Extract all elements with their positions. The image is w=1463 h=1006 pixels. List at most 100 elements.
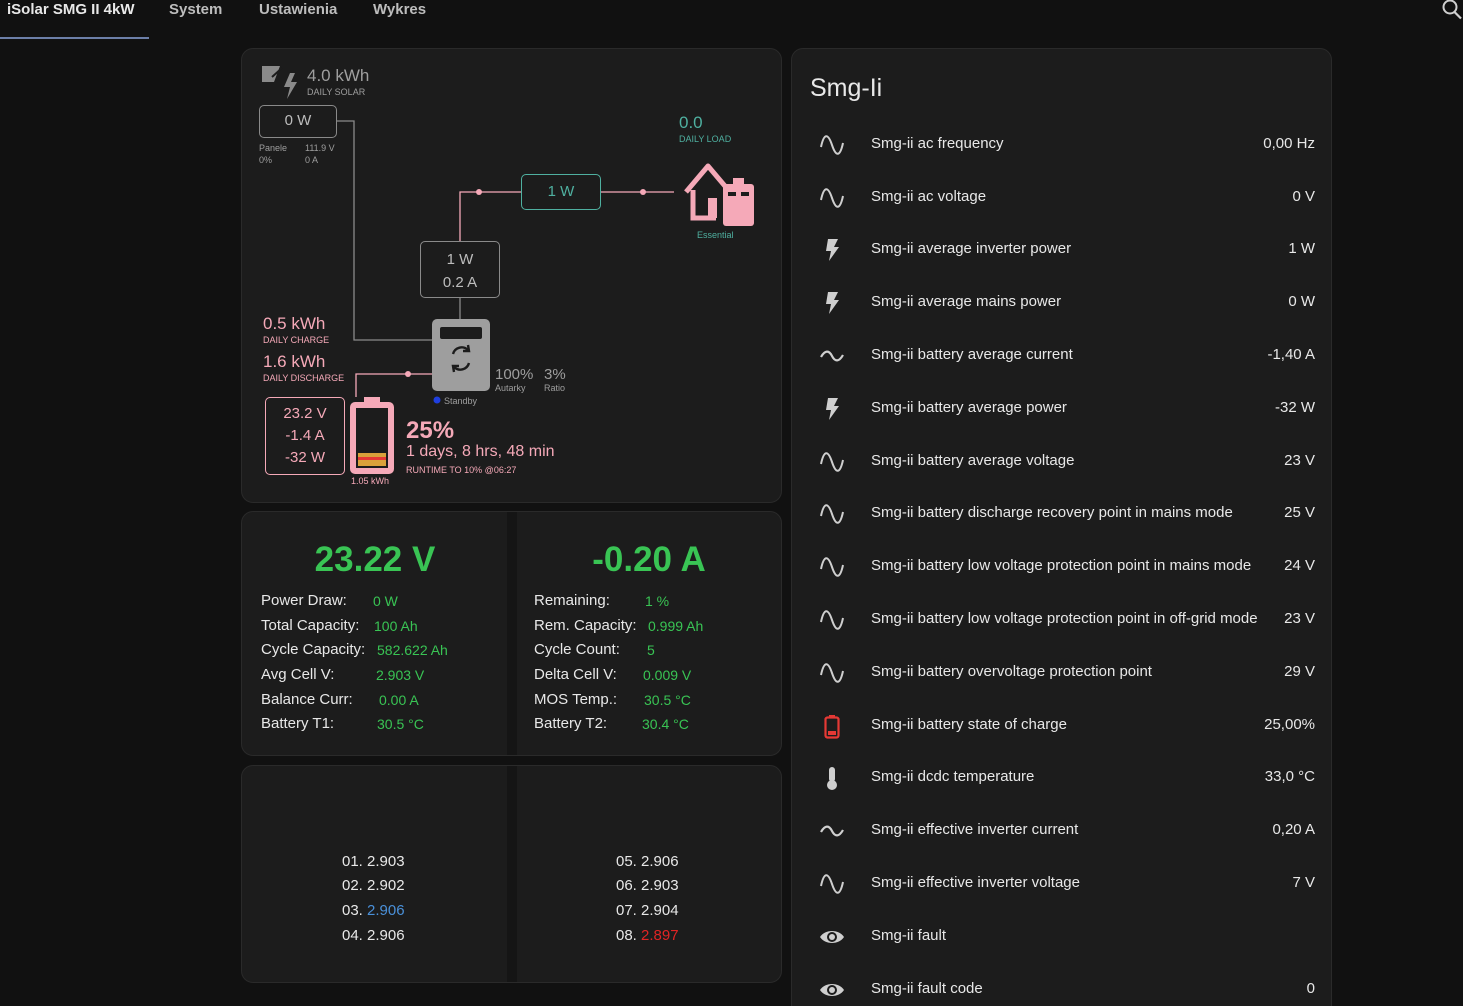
battery-low-icon xyxy=(824,715,840,739)
entity-row[interactable]: Smg-ii fault code 0 xyxy=(792,965,1333,1006)
inverter-power: 1 W xyxy=(446,251,474,268)
sine-wave-icon xyxy=(820,188,844,208)
card-divider xyxy=(507,512,517,755)
kv-label: Balance Curr: xyxy=(261,691,353,708)
battery-power: -32 W xyxy=(284,449,325,466)
kv-power-draw: Power Draw: 0 W xyxy=(261,592,398,609)
cell-number: 01. xyxy=(342,853,363,870)
eye-icon xyxy=(820,984,844,996)
eye-icon xyxy=(820,931,844,943)
pv-percent: 0% xyxy=(259,155,273,165)
kv-cycle-capacity: Cycle Capacity: 582.622 Ah xyxy=(261,641,448,658)
entity-name: Smg-ii effective inverter voltage xyxy=(871,874,1080,891)
kv-cycle-count: Cycle Count: 5 xyxy=(534,641,655,658)
entity-value: 0 xyxy=(1306,980,1315,997)
essential-label: Essential xyxy=(697,230,734,240)
kv-total-capacity: Total Capacity: 100 Ah xyxy=(261,617,418,634)
entity-row[interactable]: Smg-ii battery state of charge 25,00% xyxy=(792,701,1333,754)
cell-value: 2.902 xyxy=(367,877,405,894)
cell-06: 06. 2.903 xyxy=(616,877,679,894)
entity-row[interactable]: Smg-ii battery discharge recovery point … xyxy=(792,489,1333,542)
kv-avg-cell-v: Avg Cell V: 2.903 V xyxy=(261,666,424,683)
entity-row[interactable]: Smg-ii effective inverter voltage 7 V xyxy=(792,859,1333,912)
tab-wykres[interactable]: Wykres xyxy=(373,0,426,38)
autarky-value: 100% xyxy=(495,366,534,383)
status-indicator-icon xyxy=(433,396,441,404)
active-tab-indicator xyxy=(0,37,149,39)
cell-number: 04. xyxy=(342,927,363,944)
kv-label: Avg Cell V: xyxy=(261,666,335,683)
entity-row[interactable]: Smg-ii ac voltage 0 V xyxy=(792,173,1333,226)
sine-wave-icon xyxy=(820,663,844,683)
entity-row[interactable]: Smg-ii ac frequency 0,00 Hz xyxy=(792,120,1333,173)
cell-01: 01. 2.903 xyxy=(342,853,405,870)
cell-number: 03. xyxy=(342,902,363,919)
entity-row[interactable]: Smg-ii average mains power 0 W xyxy=(792,278,1333,331)
cell-value-max: 2.906 xyxy=(367,902,405,919)
kv-battery-t1: Battery T1: 30.5 °C xyxy=(261,715,424,732)
entity-row[interactable]: Smg-ii average inverter power 1 W xyxy=(792,225,1333,278)
kv-value: 0.009 V xyxy=(643,667,692,683)
entities-title: Smg-Ii xyxy=(810,74,883,102)
entity-name: Smg-ii battery discharge recovery point … xyxy=(871,504,1233,521)
entity-row[interactable]: Smg-ii battery overvoltage protection po… xyxy=(792,648,1333,701)
kv-value: 30.4 °C xyxy=(642,716,689,732)
entity-row[interactable]: Smg-ii battery low voltage protection po… xyxy=(792,542,1333,595)
entity-value: 0 V xyxy=(1292,188,1315,205)
power-flow-card: 4.0 kWh DAILY SOLAR 0 W Panele 111.9 V 0… xyxy=(241,48,782,503)
kv-delta-cell-v: Delta Cell V: 0.009 V xyxy=(534,666,691,683)
kv-value: 0.999 Ah xyxy=(648,618,704,634)
kv-battery-t2: Battery T2: 30.4 °C xyxy=(534,715,689,732)
sine-wave-icon xyxy=(820,504,844,524)
entity-row[interactable]: Smg-ii dcdc temperature 33,0 °C xyxy=(792,753,1333,806)
search-icon[interactable] xyxy=(1441,0,1463,20)
entity-value: 1 W xyxy=(1288,240,1315,257)
battery-energy: 1.05 kWh xyxy=(351,476,390,486)
cell-number: 08. xyxy=(616,927,637,944)
current-ac-icon xyxy=(820,825,844,837)
entity-value: 29 V xyxy=(1284,663,1315,680)
entity-row[interactable]: Smg-ii battery low voltage protection po… xyxy=(792,595,1333,648)
entity-name: Smg-ii battery average voltage xyxy=(871,452,1075,469)
bms-current: -0.20 A xyxy=(592,540,706,579)
tab-isolar-smg[interactable]: iSolar SMG II 4kW xyxy=(7,0,135,38)
inverter-status: Standby xyxy=(444,396,478,406)
kv-balance-curr: Balance Curr: 0.00 A xyxy=(261,691,419,708)
entity-name: Smg-ii ac frequency xyxy=(871,135,1004,152)
flash-icon xyxy=(826,239,839,261)
flash-icon xyxy=(826,292,839,314)
entity-value: 25 V xyxy=(1284,504,1315,521)
cell-number: 07. xyxy=(616,902,637,919)
daily-charge-label: DAILY CHARGE xyxy=(263,335,330,345)
battery-soc: 25% xyxy=(406,417,455,444)
entity-value: -1,40 A xyxy=(1267,346,1315,363)
bms-card: 23.22 V -0.20 A Power Draw: 0 W Total Cap… xyxy=(241,511,782,756)
daily-solar-label: DAILY SOLAR xyxy=(307,87,366,97)
flash-icon xyxy=(826,398,839,420)
tab-system[interactable]: System xyxy=(169,0,222,38)
cell-05: 05. 2.906 xyxy=(616,853,679,870)
entity-row[interactable]: Smg-ii fault xyxy=(792,912,1333,965)
cell-number: 06. xyxy=(616,877,637,894)
kv-mos-temp: MOS Temp.: 30.5 °C xyxy=(534,691,691,708)
solar-power-icon xyxy=(262,66,297,99)
kv-label: Delta Cell V: xyxy=(534,666,617,683)
tab-ustawienia[interactable]: Ustawienia xyxy=(259,0,337,38)
essential-power-box: 1 W xyxy=(521,174,601,210)
entity-row[interactable]: Smg-ii effective inverter current 0,20 A xyxy=(792,806,1333,859)
entity-name: Smg-ii average mains power xyxy=(871,293,1062,310)
cell-value: 2.904 xyxy=(641,902,679,919)
thermometer-icon xyxy=(827,767,837,790)
daily-charge-value: 0.5 kWh xyxy=(263,314,326,333)
kv-value: 30.5 °C xyxy=(377,716,424,732)
entity-value: 7 V xyxy=(1292,874,1315,891)
entity-name: Smg-ii battery average current xyxy=(871,346,1073,363)
entity-row[interactable]: Smg-ii battery average voltage 23 V xyxy=(792,437,1333,490)
cell-04: 04. 2.906 xyxy=(342,927,405,944)
entity-row[interactable]: Smg-ii battery average power -32 W xyxy=(792,384,1333,437)
cell-value: 2.906 xyxy=(641,853,679,870)
daily-solar-value: 4.0 kWh xyxy=(307,66,370,85)
sine-wave-icon xyxy=(820,135,844,155)
entity-row[interactable]: Smg-ii battery average current -1,40 A xyxy=(792,331,1333,384)
entity-name: Smg-ii effective inverter current xyxy=(871,821,1079,838)
